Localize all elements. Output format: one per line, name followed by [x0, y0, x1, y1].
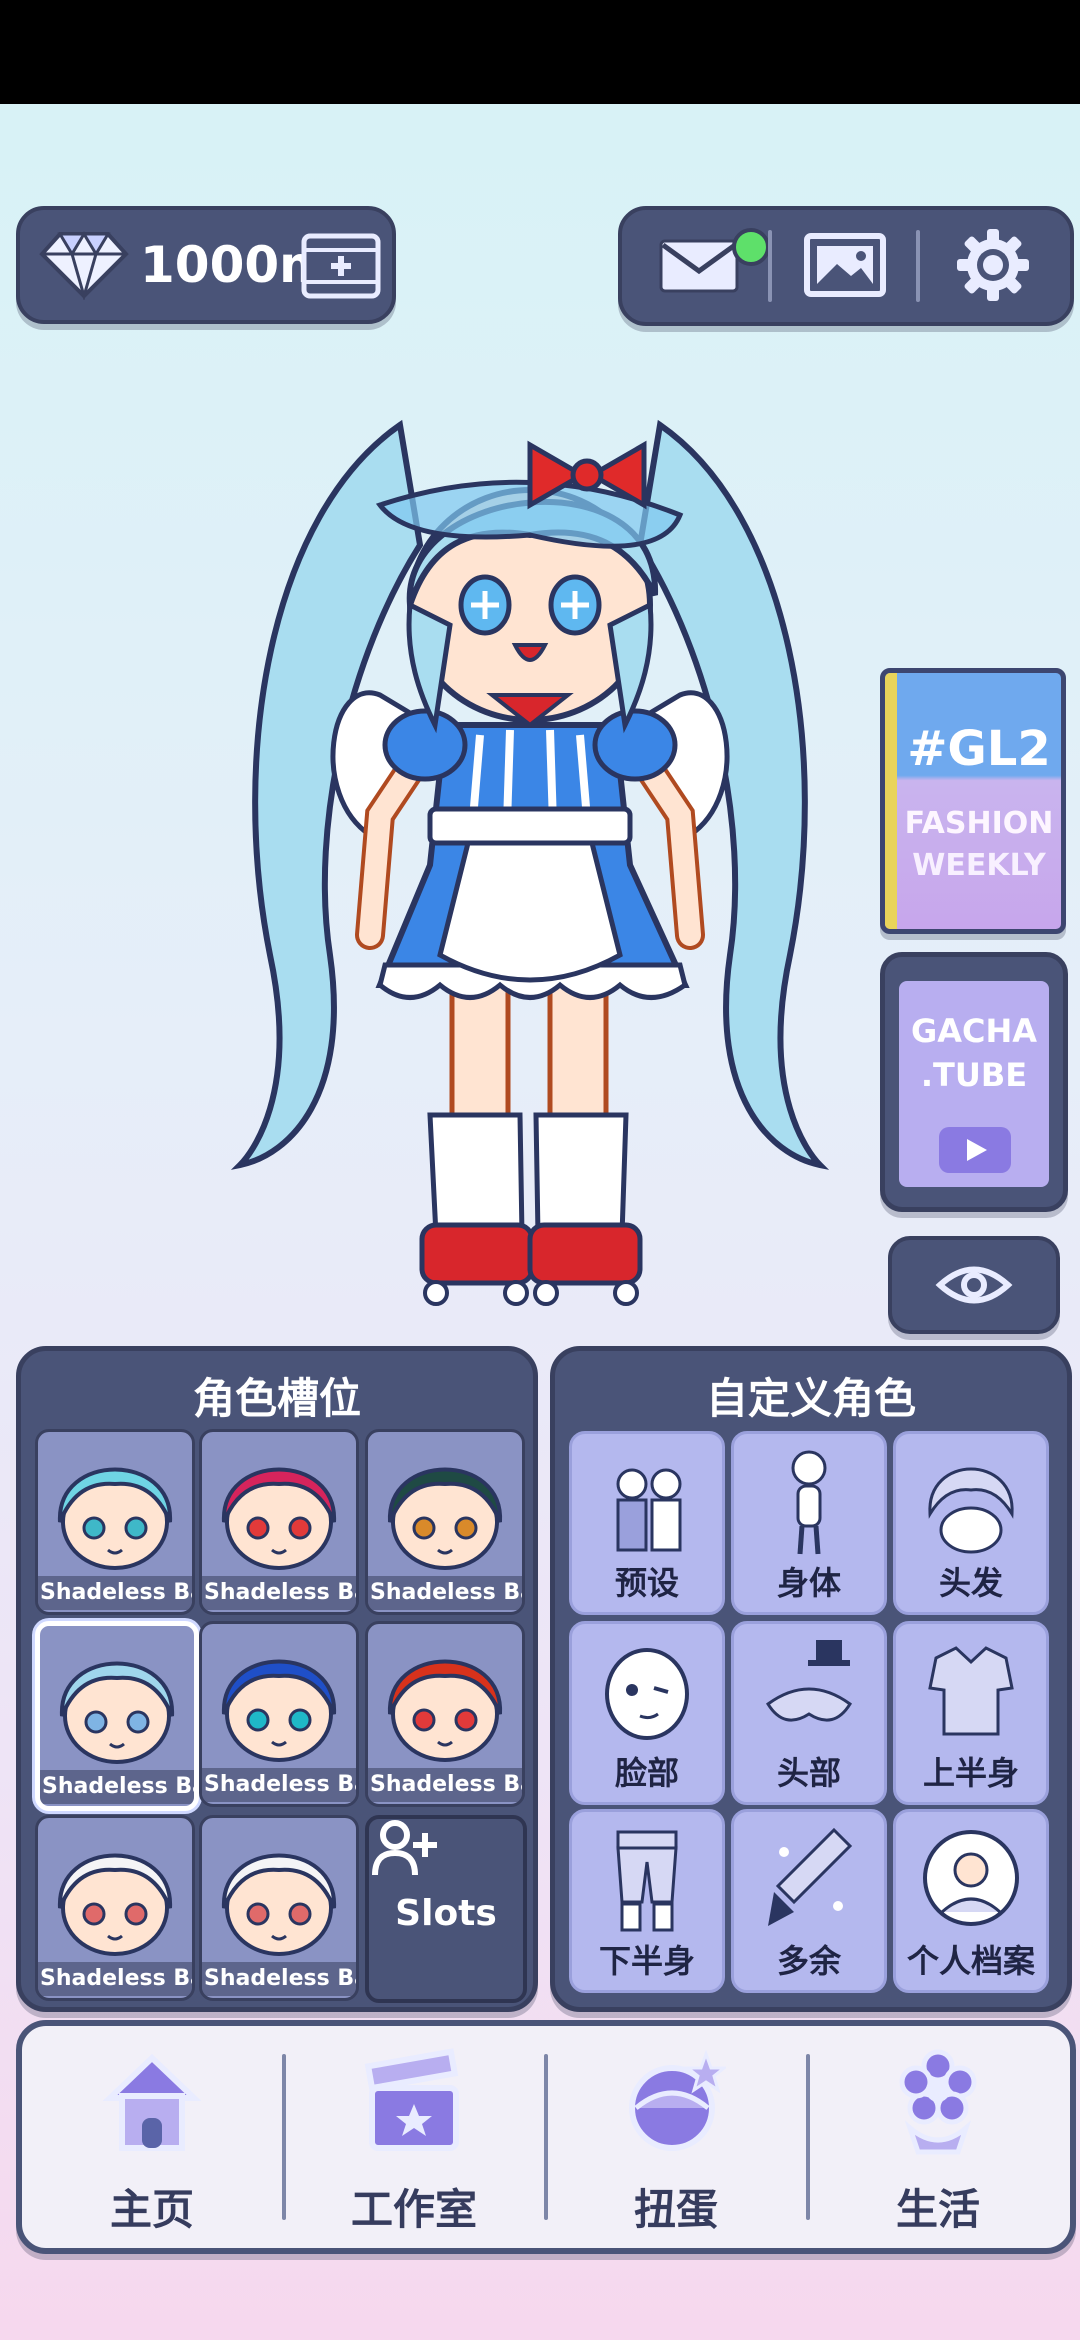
video-ad-icon[interactable]: [300, 228, 382, 304]
tube-line2: .TUBE: [920, 1056, 1028, 1094]
extra-icon: [768, 1827, 853, 1926]
slot-label: Shadeless Base: [202, 1962, 356, 1996]
magazine-subtitle: FASHION WEEKLY: [897, 803, 1061, 887]
add-slot-button[interactable]: Slots: [365, 1815, 527, 2003]
slot-label: Shadeless Base: [368, 1576, 522, 1610]
upper-body-icon: [928, 1646, 1014, 1736]
nav-home[interactable]: 主页: [22, 2026, 282, 2248]
hide-ui-button[interactable]: [888, 1236, 1060, 1334]
currency-bar: 1000m: [16, 206, 396, 324]
customize-tile-label: 个人档案: [906, 1942, 1035, 1980]
magazine-line1: FASHION: [904, 806, 1054, 841]
mail-button[interactable]: [634, 220, 770, 310]
slot-label: Shadeless Base: [38, 1576, 192, 1610]
character-avatar-icon: [57, 1853, 173, 1956]
character-slot[interactable]: Shadeless Base: [199, 1621, 359, 1807]
nav-home-label: 主页: [109, 2185, 194, 2234]
character-slot[interactable]: Shadeless Base: [35, 1621, 199, 1811]
slot-label: Shadeless Base: [368, 1768, 522, 1802]
magazine-line2: WEEKLY: [912, 848, 1046, 883]
slot-label: Shadeless Base: [202, 1768, 356, 1802]
character-slot[interactable]: Shadeless Base: [365, 1621, 525, 1807]
customize-tile-head-accessory[interactable]: 头部: [731, 1621, 887, 1805]
tube-line1: GACHA: [910, 1012, 1038, 1050]
customize-character-panel: 自定义角色 预设 身体 头发脸部 头部 上半身下半身 多余 个人档案: [550, 1346, 1072, 2012]
character-preview[interactable]: [230, 395, 830, 1325]
body-icon: [791, 1450, 827, 1555]
tube-title: GACHA .TUBE: [899, 1009, 1049, 1097]
magazine-title: #GL2: [907, 721, 1051, 777]
notification-dot: [732, 228, 770, 266]
character-avatar-icon: [57, 1467, 173, 1570]
play-icon: [939, 1127, 1011, 1173]
character-avatar-icon: [221, 1659, 337, 1762]
customize-tile-label: 身体: [776, 1564, 841, 1602]
gallery-button[interactable]: [780, 220, 910, 310]
studio-clapper-icon: [364, 2048, 459, 2151]
customize-tile-preset[interactable]: 预设: [569, 1431, 725, 1615]
customize-tile-label: 多余: [776, 1942, 841, 1980]
character-avatar-icon: [387, 1659, 503, 1762]
character-slots-title: 角色槽位: [192, 1374, 361, 1423]
life-flower-icon: [899, 2049, 977, 2155]
customize-tile-label: 脸部: [614, 1754, 679, 1792]
face-icon: [605, 1648, 689, 1740]
profile-icon: [923, 1830, 1019, 1926]
gacha-tube-button[interactable]: GACHA .TUBE: [880, 952, 1068, 1212]
bottom-navigation: 主页 工作室 扭蛋 生活: [16, 2020, 1076, 2254]
hair-icon: [928, 1467, 1014, 1554]
character-slot[interactable]: Shadeless Base: [199, 1429, 359, 1615]
settings-gear-icon: [957, 229, 1029, 301]
customize-tile-face[interactable]: 脸部: [569, 1621, 725, 1805]
head-accessory-icon: [765, 1640, 853, 1722]
slot-label: Shadeless Base: [202, 1576, 356, 1610]
customize-tile-label: 头部: [776, 1754, 841, 1792]
character-slot[interactable]: Shadeless Base: [365, 1429, 525, 1615]
customize-title: 自定义角色: [705, 1374, 916, 1423]
add-user-icon: [372, 1820, 437, 1876]
customize-tile-profile[interactable]: 个人档案: [893, 1809, 1049, 1993]
lower-body-icon: [616, 1830, 678, 1932]
character-slot[interactable]: Shadeless Base: [199, 1815, 359, 2001]
customize-tile-extra[interactable]: 多余: [731, 1809, 887, 1993]
nav-gacha[interactable]: 扭蛋: [546, 2026, 806, 2248]
character-avatar-icon: [59, 1661, 175, 1764]
magazine-spine: [885, 673, 897, 929]
character-slot[interactable]: Shadeless Base: [35, 1429, 195, 1615]
character-avatar-icon: [387, 1467, 503, 1570]
nav-studio[interactable]: 工作室: [284, 2026, 544, 2248]
slot-label: Shadeless Base: [40, 1770, 194, 1804]
top-actions-bar: [618, 206, 1074, 326]
eye-icon: [935, 1266, 1013, 1304]
character-avatar-icon: [221, 1853, 337, 1956]
add-slot-label: Slots: [395, 1892, 497, 1934]
slot-label: Shadeless Base: [38, 1962, 192, 1996]
character-slots-panel: 角色槽位 Shadeless BaseShadeless BaseShadele…: [16, 1346, 538, 2012]
customize-tile-lower-body[interactable]: 下半身: [569, 1809, 725, 1993]
customize-tile-label: 上半身: [922, 1754, 1019, 1792]
customize-tile-body[interactable]: 身体: [731, 1431, 887, 1615]
nav-life[interactable]: 生活: [808, 2026, 1068, 2248]
nav-gacha-label: 扭蛋: [633, 2185, 718, 2234]
tube-screen: GACHA .TUBE: [899, 981, 1049, 1187]
character-slot[interactable]: Shadeless Base: [35, 1815, 195, 2001]
customize-tile-upper-body[interactable]: 上半身: [893, 1621, 1049, 1805]
preset-icon: [616, 1468, 682, 1552]
customize-tile-hair[interactable]: 头发: [893, 1431, 1049, 1615]
status-bar: [0, 0, 1080, 104]
nav-studio-label: 工作室: [350, 2185, 477, 2234]
mail-icon: [659, 239, 739, 293]
customize-tile-label: 头发: [938, 1564, 1003, 1602]
settings-button[interactable]: [928, 220, 1058, 310]
customize-tile-label: 预设: [614, 1564, 679, 1602]
diamond-icon: [39, 231, 129, 300]
fashion-weekly-magazine[interactable]: #GL2 FASHION WEEKLY: [880, 668, 1066, 934]
gacha-capsule-icon: [629, 2049, 726, 2151]
customize-tile-label: 下半身: [598, 1942, 695, 1980]
character-avatar-icon: [221, 1467, 337, 1570]
gallery-icon: [804, 233, 886, 297]
home-icon: [102, 2053, 202, 2151]
nav-life-label: 生活: [895, 2185, 980, 2234]
